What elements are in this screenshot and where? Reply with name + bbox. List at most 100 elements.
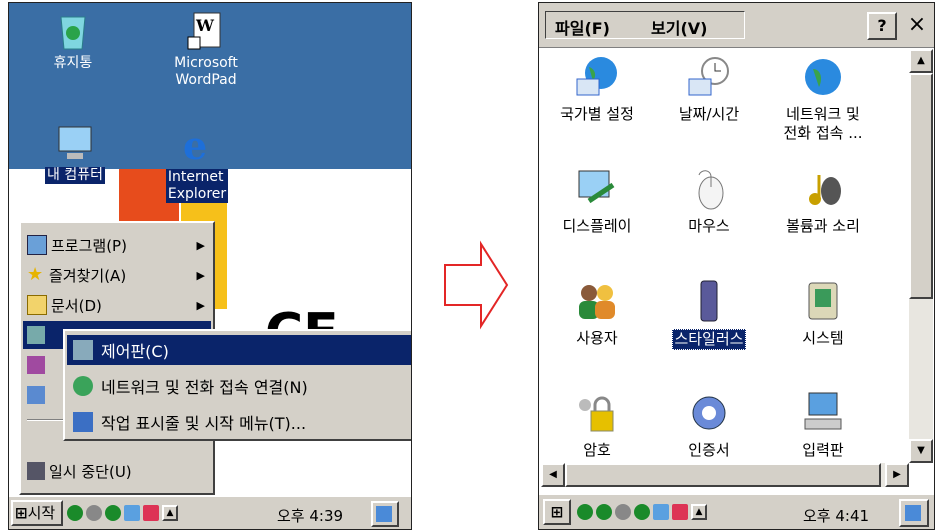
cp-item-input-panel[interactable]: 입력판 [767,391,879,460]
connection-tray-icon[interactable] [86,505,102,521]
cp-item-label: 인증서 [688,441,730,459]
submenu-item-network[interactable]: 네트워크 및 전화 접속 연결(N) [67,371,411,401]
connection-tray-icon[interactable] [615,504,631,520]
cp-item-label: 국가별 설정 [560,105,634,123]
cp-item-volume[interactable]: 볼륨과 소리 [767,167,879,236]
network-tray-icon[interactable] [577,504,593,520]
cp-item-system[interactable]: 시스템 [767,279,879,348]
cp-item-mouse[interactable]: 마우스 [653,167,765,236]
right-screen: 파일(F) 보기(V) ? × 국가별 설정 날짜/시간 네트워크 및 전화 접… [538,2,935,530]
vertical-scrollbar[interactable]: ▲ ▼ [909,49,933,463]
cp-item-certificates[interactable]: 인증서 [653,391,765,460]
start-menu-item-favorites[interactable]: ★ 즐겨찾기(A) ▶ [27,261,211,289]
wordpad-icon: W [186,11,226,51]
speaker-music-icon [801,167,845,211]
taskbar: ⊞ ▲ 오후 4:41 [539,493,934,529]
cp-item-label: 디스플레이 [562,217,632,235]
scroll-down-icon[interactable]: ▼ [909,439,933,463]
submenu-arrow-icon: ▶ [196,268,205,282]
pen-tray-icon[interactable] [672,504,688,520]
start-menu-item-suspend[interactable]: 일시 중단(U) [27,457,211,485]
start-button[interactable]: ⊞ [543,499,571,525]
cp-item-users[interactable]: 사용자 [541,279,653,348]
internet-explorer-icon: e [177,123,217,168]
submenu-item-taskbar[interactable]: 작업 표시줄 및 시작 메뉴(T)... [67,407,411,437]
desktop-icon-recycle-bin[interactable]: 휴지통 [33,11,113,72]
tray-icons: ▲ [577,504,710,520]
cp-item-regional[interactable]: 국가별 설정 [541,55,653,124]
start-button[interactable]: ⊞시작 [11,500,63,526]
system-device-icon [801,279,845,323]
cp-item-display[interactable]: 디스플레이 [541,167,653,236]
settings-icon [27,326,45,344]
horizontal-scrollbar[interactable]: ◀ ▶ [541,463,909,487]
start-label: 시작 [27,504,56,522]
start-menu-item-programs[interactable]: 프로그램(P) ▶ [27,231,211,259]
start-icon: ⊞ [15,504,28,522]
programs-icon [27,235,47,255]
network-tray-icon[interactable] [596,504,612,520]
cp-item-label: 암호 [583,441,611,459]
network-tray-icon[interactable] [634,504,650,520]
cp-item-password[interactable]: 암호 [541,391,653,460]
desktop-button[interactable] [371,501,399,527]
cp-item-label: 마우스 [688,217,730,235]
desktop-icon-label: Internet Explorer [165,169,229,203]
clock: 오후 4:39 [277,507,344,525]
star-icon: ★ [27,264,44,285]
cp-item-datetime[interactable]: 날짜/시간 [653,55,765,124]
help-button[interactable]: ? [867,12,897,40]
pen-tray-icon[interactable] [143,505,159,521]
clock-calendar-icon [687,55,731,99]
svg-text:e: e [183,125,207,165]
view-menu[interactable]: 보기(V) [651,15,707,39]
settings-submenu: 제어판(C) 네트워크 및 전화 접속 연결(N) 작업 표시줄 및 시작 메뉴… [63,329,411,441]
mouse-icon [687,167,731,211]
desktop-icon-label: 휴지통 [53,55,93,71]
scroll-up-icon[interactable]: ▲ [909,49,933,73]
clock: 오후 4:41 [803,507,870,525]
bluetooth-tray-icon[interactable] [124,505,140,521]
desktop-icon-label: 내 컴퓨터 [45,167,105,184]
file-menu[interactable]: 파일(F) [555,15,610,39]
desktop-icon-wordpad[interactable]: W Microsoft WordPad [151,11,261,89]
start-menu-item-documents[interactable]: 문서(D) ▶ [27,291,211,319]
submenu-item-label: 제어판(C) [101,342,169,361]
cp-item-stylus[interactable]: 스타일러스 [653,279,765,350]
h-scroll-thumb[interactable] [565,463,881,487]
network-icon [73,376,93,396]
lock-key-icon [575,391,619,435]
scroll-left-icon[interactable]: ◀ [541,463,565,487]
cp-item-label: 입력판 [802,441,844,459]
cp-item-network[interactable]: 네트워크 및 전화 접속 ... [767,55,879,143]
bluetooth-tray-icon[interactable] [653,504,669,520]
submenu-item-label: 작업 표시줄 및 시작 메뉴(T)... [101,414,307,433]
menu-item-label: 문서(D) [51,296,102,315]
submenu-arrow-icon: ▶ [196,238,205,252]
gear-icon [687,391,731,435]
keyboard-monitor-icon [801,391,845,435]
submenu-item-label: 네트워크 및 전화 접속 연결(N) [101,378,308,397]
transition-arrow-icon [441,240,511,334]
cp-item-label: 네트워크 및 전화 접속 ... [783,105,863,142]
folder-icon [27,295,47,315]
menu-item-label: 일시 중단(U) [49,462,132,481]
scroll-right-icon[interactable]: ▶ [885,463,909,487]
left-screen: CE 휴지통 W Microsoft WordPad 내 컴퓨터 e Inter… [8,2,412,530]
taskbar-settings-icon [73,412,93,432]
network-tray-icon[interactable] [105,505,121,521]
chevron-up-icon[interactable]: ▲ [691,504,707,520]
desktop-icon-internet-explorer[interactable]: e Internet Explorer [155,123,239,203]
start-icon: ⊞ [550,503,564,521]
desktop-icon-my-computer[interactable]: 내 컴퓨터 [25,123,125,184]
close-button[interactable]: × [903,12,931,40]
submenu-item-control-panel[interactable]: 제어판(C) [67,335,411,365]
network-tray-icon[interactable] [67,505,83,521]
network-globe-icon [801,55,845,99]
taskbar: ⊞시작 ▲ 오후 4:39 [9,495,411,529]
chevron-up-icon[interactable]: ▲ [162,505,178,521]
desktop-button[interactable] [899,499,929,527]
computer-icon [55,123,95,163]
scroll-thumb[interactable] [909,73,933,299]
tray-icons: ▲ [67,505,181,521]
